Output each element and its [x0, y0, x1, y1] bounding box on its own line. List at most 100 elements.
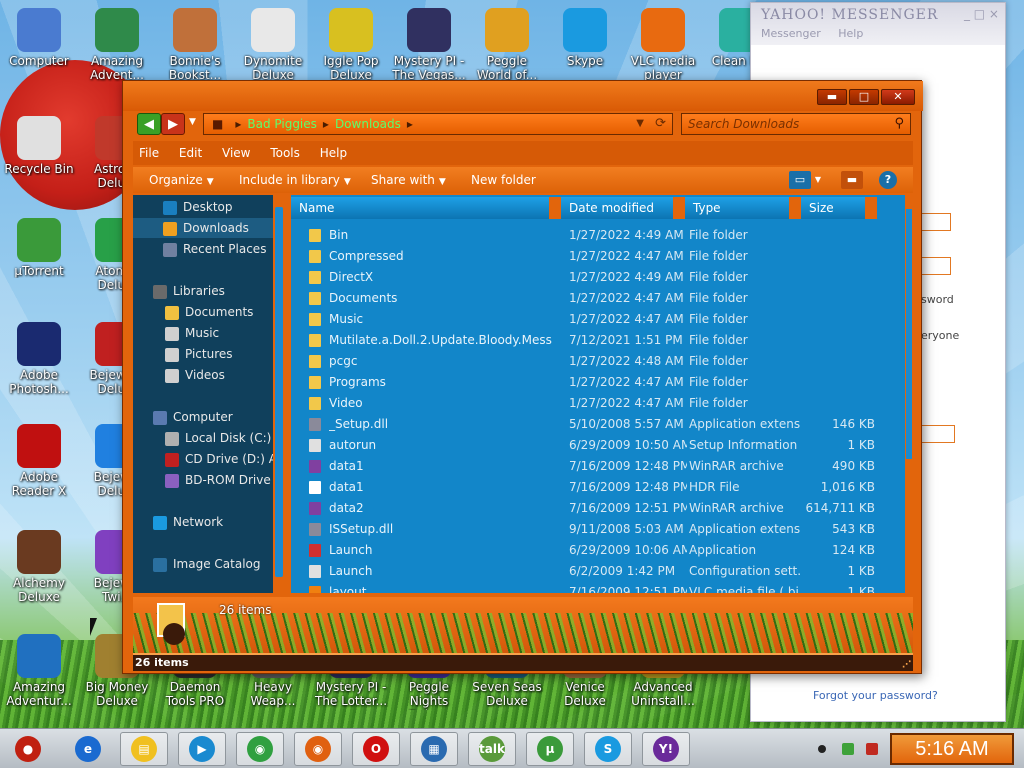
- clock[interactable]: 5:16 AM: [890, 733, 1014, 765]
- resize-grip-icon[interactable]: ⋰: [902, 657, 911, 673]
- taskbar-opera[interactable]: O: [352, 732, 400, 766]
- taskbar-media-player[interactable]: ▶: [178, 732, 226, 766]
- file-row[interactable]: data2 7/16/2009 12:51 PM WinRAR archive 614…: [291, 498, 899, 519]
- taskbar-chrome[interactable]: ◉: [236, 732, 284, 766]
- nav-libraries[interactable]: Libraries: [153, 281, 225, 301]
- file-row[interactable]: pcgc 1/27/2022 4:48 AM File folder: [291, 351, 899, 372]
- yahoo-window-controls[interactable]: _ □ ×: [964, 7, 999, 21]
- taskbar-start-orb[interactable]: ●: [4, 732, 52, 766]
- navigation-scrollbar[interactable]: [273, 195, 285, 593]
- desktop-icon-computer[interactable]: Computer: [0, 8, 78, 68]
- nav-downloads[interactable]: Downloads: [133, 218, 283, 238]
- column-header-date-modified[interactable]: Date modified: [561, 197, 673, 219]
- preview-pane-icon[interactable]: ▬: [841, 171, 863, 189]
- breadcrumb-bad-piggies[interactable]: Bad Piggies: [247, 117, 317, 131]
- file-row[interactable]: Launch 6/2/2009 1:42 PM Configuration sett…: [291, 561, 899, 582]
- yahoo-titlebar[interactable]: YAHOO! MESSENGER Messenger Help _ □ ×: [751, 3, 1005, 45]
- file-row[interactable]: Music 1/27/2022 4:47 AM File folder: [291, 309, 899, 330]
- menu-view[interactable]: View: [222, 146, 250, 160]
- view-options-chevron-icon[interactable]: ▼: [811, 171, 825, 189]
- file-row[interactable]: Bin 1/27/2022 4:49 AM File folder: [291, 225, 899, 246]
- yahoo-id-field[interactable]: [921, 213, 951, 231]
- column-header-name[interactable]: Name: [291, 197, 549, 219]
- nav-videos[interactable]: Videos: [165, 365, 225, 385]
- file-row[interactable]: Launch 6/29/2009 10:06 AM Application 124 K…: [291, 540, 899, 561]
- yahoo-password-field[interactable]: [921, 257, 951, 275]
- file-row[interactable]: Documents 1/27/2022 4:47 AM File folder: [291, 288, 899, 309]
- file-row[interactable]: Mutilate.a.Doll.2.Update.Bloody.Mess 7/12…: [291, 330, 899, 351]
- desktop-icon-peggle-world[interactable]: Peggle World of...: [468, 8, 546, 82]
- menu-tools[interactable]: Tools: [270, 146, 300, 160]
- nav-documents[interactable]: Documents: [165, 302, 253, 322]
- help-icon[interactable]: ?: [879, 171, 897, 189]
- desktop-icon-bonnies-bookstore[interactable]: Bonnie's Bookst...: [156, 8, 234, 82]
- navigation-scroll-thumb[interactable]: [275, 207, 283, 577]
- file-row[interactable]: layout 7/16/2009 12:51 PM VLC media file (…: [291, 582, 899, 593]
- file-row[interactable]: autorun 6/29/2009 10:50 AM Setup Informati…: [291, 435, 899, 456]
- desktop-icon-adobe-reader[interactable]: Adobe Reader X: [0, 424, 78, 498]
- taskbar-utorrent[interactable]: µ: [526, 732, 574, 766]
- nav-pictures[interactable]: Pictures: [165, 344, 233, 364]
- search-input[interactable]: Search Downloads ⚲: [681, 113, 911, 135]
- desktop-icon-mystery-pi[interactable]: Mystery PI - The Vegas...: [390, 8, 468, 82]
- yahoo-menu-messenger[interactable]: Messenger: [761, 27, 821, 40]
- taskbar-windows-explorer[interactable]: ▤: [120, 732, 168, 766]
- desktop-icon-amazing-adventures[interactable]: Amazing Advent...: [78, 8, 156, 82]
- network-icon[interactable]: [842, 743, 854, 755]
- desktop-icon-recycle-bin[interactable]: Recycle Bin: [0, 116, 78, 176]
- forgot-password-link[interactable]: Forgot your password?: [813, 689, 938, 702]
- desktop-icon-amazing-adventures-2[interactable]: Amazing Adventur...: [0, 634, 78, 708]
- refresh-icon[interactable]: ⟳: [655, 114, 666, 134]
- taskbar-yahoo-messenger[interactable]: Y!: [642, 732, 690, 766]
- nav-cd-drive[interactable]: CD Drive (D:) Ang: [165, 449, 283, 469]
- desktop-icon-vlc[interactable]: VLC media player: [624, 8, 702, 82]
- taskbar-internet-explorer[interactable]: e: [64, 732, 112, 766]
- new-folder-button[interactable]: New folder: [471, 167, 536, 193]
- nav-desktop[interactable]: Desktop: [163, 197, 233, 217]
- address-dropdown-icon[interactable]: ▼: [636, 114, 644, 134]
- yahoo-menu-help[interactable]: Help: [838, 27, 863, 40]
- file-row[interactable]: Programs 1/27/2022 4:47 AM File folder: [291, 372, 899, 393]
- share-with-button[interactable]: Share with ▼: [371, 167, 446, 195]
- organize-button[interactable]: Organize ▼: [149, 167, 214, 195]
- minimize-button[interactable]: ▬: [817, 89, 847, 105]
- search-icon[interactable]: ⚲: [894, 114, 904, 134]
- file-row[interactable]: data1 7/16/2009 12:48 PM HDR File 1,016 KB: [291, 477, 899, 498]
- desktop-icon-photoshop[interactable]: Adobe Photosh...: [0, 322, 78, 396]
- nav-bd-rom-drive[interactable]: BD-ROM Drive (F: [165, 470, 283, 490]
- recent-pages-dropdown[interactable]: ▼: [189, 117, 196, 127]
- taskbar-skype[interactable]: S: [584, 732, 632, 766]
- taskbar-google-talk[interactable]: talk: [468, 732, 516, 766]
- taskbar-winrar[interactable]: ▦: [410, 732, 458, 766]
- taskbar-firefox[interactable]: ◉: [294, 732, 342, 766]
- nav-computer[interactable]: Computer: [153, 407, 233, 427]
- file-list-scroll-thumb[interactable]: [906, 209, 912, 459]
- file-row[interactable]: _Setup.dll 5/10/2008 5:57 AM Application e…: [291, 414, 899, 435]
- column-separator[interactable]: [865, 197, 877, 219]
- file-row[interactable]: data1 7/16/2009 12:48 PM WinRAR archive 490…: [291, 456, 899, 477]
- tray-dot-icon[interactable]: [818, 745, 826, 753]
- nav-image-catalog[interactable]: Image Catalog: [153, 554, 260, 574]
- column-header-type[interactable]: Type: [685, 197, 789, 219]
- menu-file[interactable]: File: [139, 146, 159, 160]
- desktop-icon-iggle-pop[interactable]: Iggle Pop Deluxe: [312, 8, 390, 82]
- desktop-icon-dynomite[interactable]: Dynomite Deluxe: [234, 8, 312, 82]
- column-header-size[interactable]: Size: [801, 197, 865, 219]
- breadcrumb-downloads[interactable]: Downloads: [335, 117, 401, 131]
- desktop-icon-alchemy[interactable]: Alchemy Deluxe: [0, 530, 78, 604]
- file-row[interactable]: Compressed 1/27/2022 4:47 AM File folder: [291, 246, 899, 267]
- forward-button[interactable]: ▶: [161, 113, 185, 135]
- title-bar[interactable]: ▬ □ ✕: [123, 81, 923, 111]
- explorer-window[interactable]: ▬ □ ✕ ◀ ▶ ▼ ■ ▸ Bad Piggies ▸ Downloads ▸ ▼ ⟳…: [122, 80, 923, 674]
- column-separator[interactable]: [549, 197, 561, 219]
- back-button[interactable]: ◀: [137, 113, 161, 135]
- file-row[interactable]: ISSetup.dll 9/11/2008 5:03 AM Application …: [291, 519, 899, 540]
- close-button[interactable]: ✕: [881, 89, 915, 105]
- nav-recent-places[interactable]: Recent Places: [163, 239, 266, 259]
- maximize-button[interactable]: □: [849, 89, 879, 105]
- nav-network[interactable]: Network: [153, 512, 223, 532]
- desktop-icon-utorrent[interactable]: µTorrent: [0, 218, 78, 278]
- nav-local-disk[interactable]: Local Disk (C:): [165, 428, 271, 448]
- desktop-icon-skype[interactable]: Skype: [546, 8, 624, 68]
- column-separator[interactable]: [789, 197, 801, 219]
